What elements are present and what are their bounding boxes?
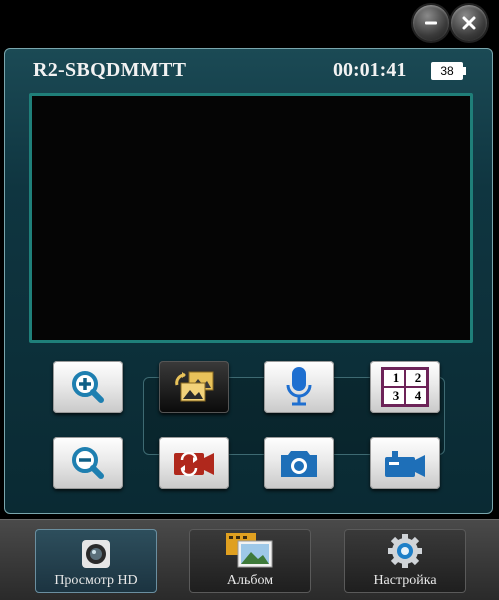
timer: 00:01:41 xyxy=(333,59,407,81)
bottom-tab-bar: Просмотр HD Альбом Настройка xyxy=(0,519,499,600)
flip-camera-button[interactable] xyxy=(159,437,229,489)
tab-settings[interactable]: Настройка xyxy=(344,529,466,593)
panel-header: R2-SBQDMMTT 00:01:41 38 xyxy=(5,49,492,93)
minus-icon xyxy=(425,21,437,25)
album-icon xyxy=(226,533,273,568)
settings-gear-icon xyxy=(388,534,422,568)
video-view[interactable] xyxy=(29,93,473,343)
flip-camera-icon xyxy=(174,451,214,477)
grid-view-button[interactable]: 1 2 3 4 xyxy=(370,361,440,413)
microphone-icon xyxy=(286,367,312,406)
snapshot-button[interactable] xyxy=(264,437,334,489)
close-icon xyxy=(462,16,476,30)
tab-preview-hd[interactable]: Просмотр HD xyxy=(35,529,157,593)
zoom-out-icon xyxy=(72,447,104,479)
record-video-button[interactable] xyxy=(370,437,440,489)
zoom-out-button[interactable] xyxy=(53,437,123,489)
minimize-button[interactable] xyxy=(413,5,449,41)
zoom-in-icon xyxy=(72,371,104,403)
zoom-in-button[interactable] xyxy=(53,361,123,413)
camera-icon xyxy=(281,451,317,477)
device-name: R2-SBQDMMTT xyxy=(33,59,187,81)
camera-lens-icon xyxy=(82,540,110,568)
grid-view-icon xyxy=(381,367,429,407)
close-button[interactable] xyxy=(451,5,487,41)
tab-album[interactable]: Альбом xyxy=(189,529,311,593)
battery-indicator: 38 xyxy=(431,62,466,80)
battery-level: 38 xyxy=(440,64,454,78)
switch-gallery-button[interactable] xyxy=(159,361,229,413)
tab-label: Альбом xyxy=(226,573,274,588)
microphone-button[interactable] xyxy=(264,361,334,413)
video-camera-icon xyxy=(385,451,425,477)
tab-label: Просмотр HD xyxy=(54,573,138,588)
tab-label: Настройка xyxy=(373,573,437,588)
switch-gallery-icon xyxy=(175,371,214,402)
